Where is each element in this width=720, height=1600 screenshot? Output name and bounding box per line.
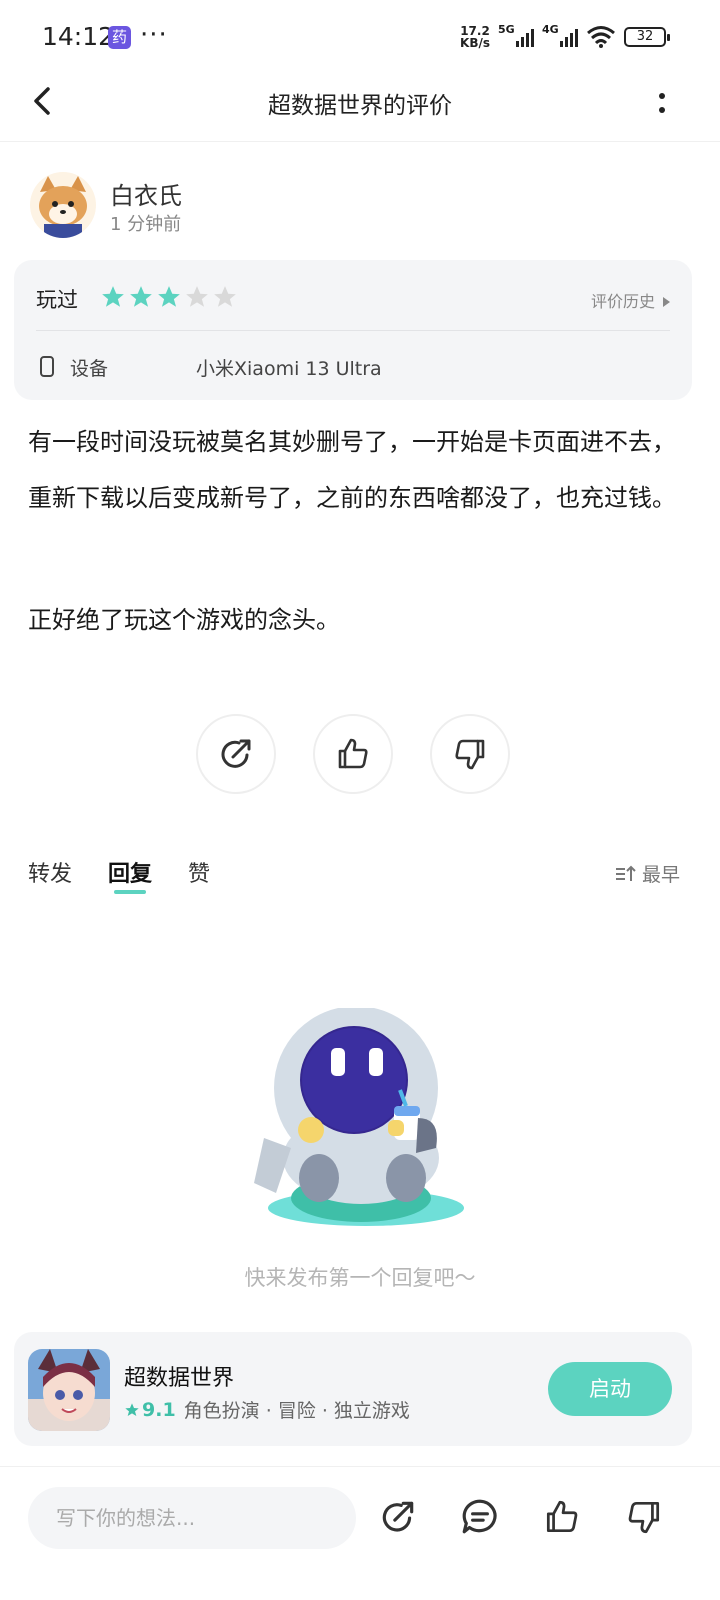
star-empty-icon xyxy=(186,286,208,307)
author-name[interactable]: 白衣氏 xyxy=(110,176,182,211)
like-button[interactable] xyxy=(313,714,393,794)
game-score: 9.1 xyxy=(124,1399,176,1421)
tab-likes[interactable]: 赞 xyxy=(188,856,210,888)
reply-tabs: 转发 回复 赞 xyxy=(28,856,210,894)
star-filled-icon xyxy=(130,286,152,307)
sort-label: 最早 xyxy=(641,864,680,886)
share-button[interactable] xyxy=(196,714,276,794)
game-icon xyxy=(28,1349,110,1431)
thumbs-up-icon xyxy=(338,738,368,769)
star-rating xyxy=(100,284,238,310)
chevron-right-icon xyxy=(663,297,670,307)
game-meta: 9.1 角色扮演 · 冒险 · 独立游戏 xyxy=(124,1396,410,1423)
rating-history-label: 评价历史 xyxy=(590,292,655,311)
more-options-icon[interactable] xyxy=(652,88,672,118)
star-empty-icon xyxy=(214,286,236,307)
review-paragraph: 有一段时间没玩被莫名其妙删号了，一开始是卡页面进不去，重新下载以后变成新号了，之… xyxy=(28,428,676,512)
empty-robot-illustration xyxy=(254,1008,464,1226)
share-icon[interactable] xyxy=(378,1497,418,1537)
status-bar: 14:12 药 ··· 17.2 KB/s 5G 4G 32 xyxy=(0,0,720,76)
network-speed-unit: KB/s xyxy=(460,36,490,50)
sort-toggle[interactable]: 最早 xyxy=(614,860,680,887)
app-header: 超数据世界的评价 xyxy=(0,76,720,142)
dislike-button[interactable] xyxy=(430,714,510,794)
star-icon xyxy=(125,1402,139,1416)
signal-5g-icon: 5G xyxy=(498,23,534,47)
battery-icon: 32 xyxy=(624,27,670,47)
status-indicators: 17.2 KB/s 5G 4G 32 xyxy=(460,23,670,50)
bottom-action-bar xyxy=(0,1466,720,1600)
signal-4g-icon: 4G xyxy=(542,23,578,47)
review-timestamp: 1 分钟前 xyxy=(110,214,182,235)
network-speed: 17.2 KB/s xyxy=(460,25,490,49)
share-icon xyxy=(221,739,251,768)
battery-level: 32 xyxy=(636,29,654,44)
comment-input[interactable] xyxy=(28,1487,356,1549)
device-label: 设备 xyxy=(70,358,109,380)
more-notifications-icon: ··· xyxy=(140,20,168,50)
tab-replies[interactable]: 回复 xyxy=(108,856,152,894)
rating-card: 玩过 评价历史 设备 小米Xiaomi 13 Ultra xyxy=(14,260,692,400)
signal-5g-label: 5G xyxy=(498,23,515,36)
status-time: 14:12 xyxy=(42,22,115,51)
game-card[interactable]: 超数据世界 9.1 角色扮演 · 冒险 · 独立游戏 启动 xyxy=(14,1332,692,1446)
app-notification-icon: 药 xyxy=(108,26,131,49)
wifi-icon xyxy=(587,26,615,48)
divider xyxy=(36,330,670,331)
game-score-value: 9.1 xyxy=(142,1398,176,1421)
comment-icon[interactable] xyxy=(460,1497,500,1537)
game-name: 超数据世界 xyxy=(124,1366,235,1391)
signal-4g-label: 4G xyxy=(542,23,559,36)
launch-button[interactable]: 启动 xyxy=(548,1362,672,1416)
review-paragraph: 正好绝了玩这个游戏的念头。 xyxy=(28,606,340,634)
thumbs-down-icon[interactable] xyxy=(624,1497,664,1537)
page-title: 超数据世界的评价 xyxy=(268,93,452,119)
phone-icon xyxy=(40,356,54,377)
star-filled-icon xyxy=(158,286,180,307)
game-tags: 角色扮演 · 冒险 · 独立游戏 xyxy=(183,1400,410,1422)
sort-icon xyxy=(615,865,636,881)
star-filled-icon xyxy=(102,286,124,307)
thumbs-up-icon[interactable] xyxy=(542,1497,582,1537)
thumbs-down-icon xyxy=(455,739,485,770)
device-value: 小米Xiaomi 13 Ultra xyxy=(196,358,382,380)
tab-repost[interactable]: 转发 xyxy=(28,856,72,888)
empty-state-text: 快来发布第一个回复吧～ xyxy=(244,1266,476,1290)
author-avatar[interactable] xyxy=(30,172,96,238)
rating-history-link[interactable]: 评价历史 xyxy=(591,288,670,312)
played-label: 玩过 xyxy=(36,288,78,312)
